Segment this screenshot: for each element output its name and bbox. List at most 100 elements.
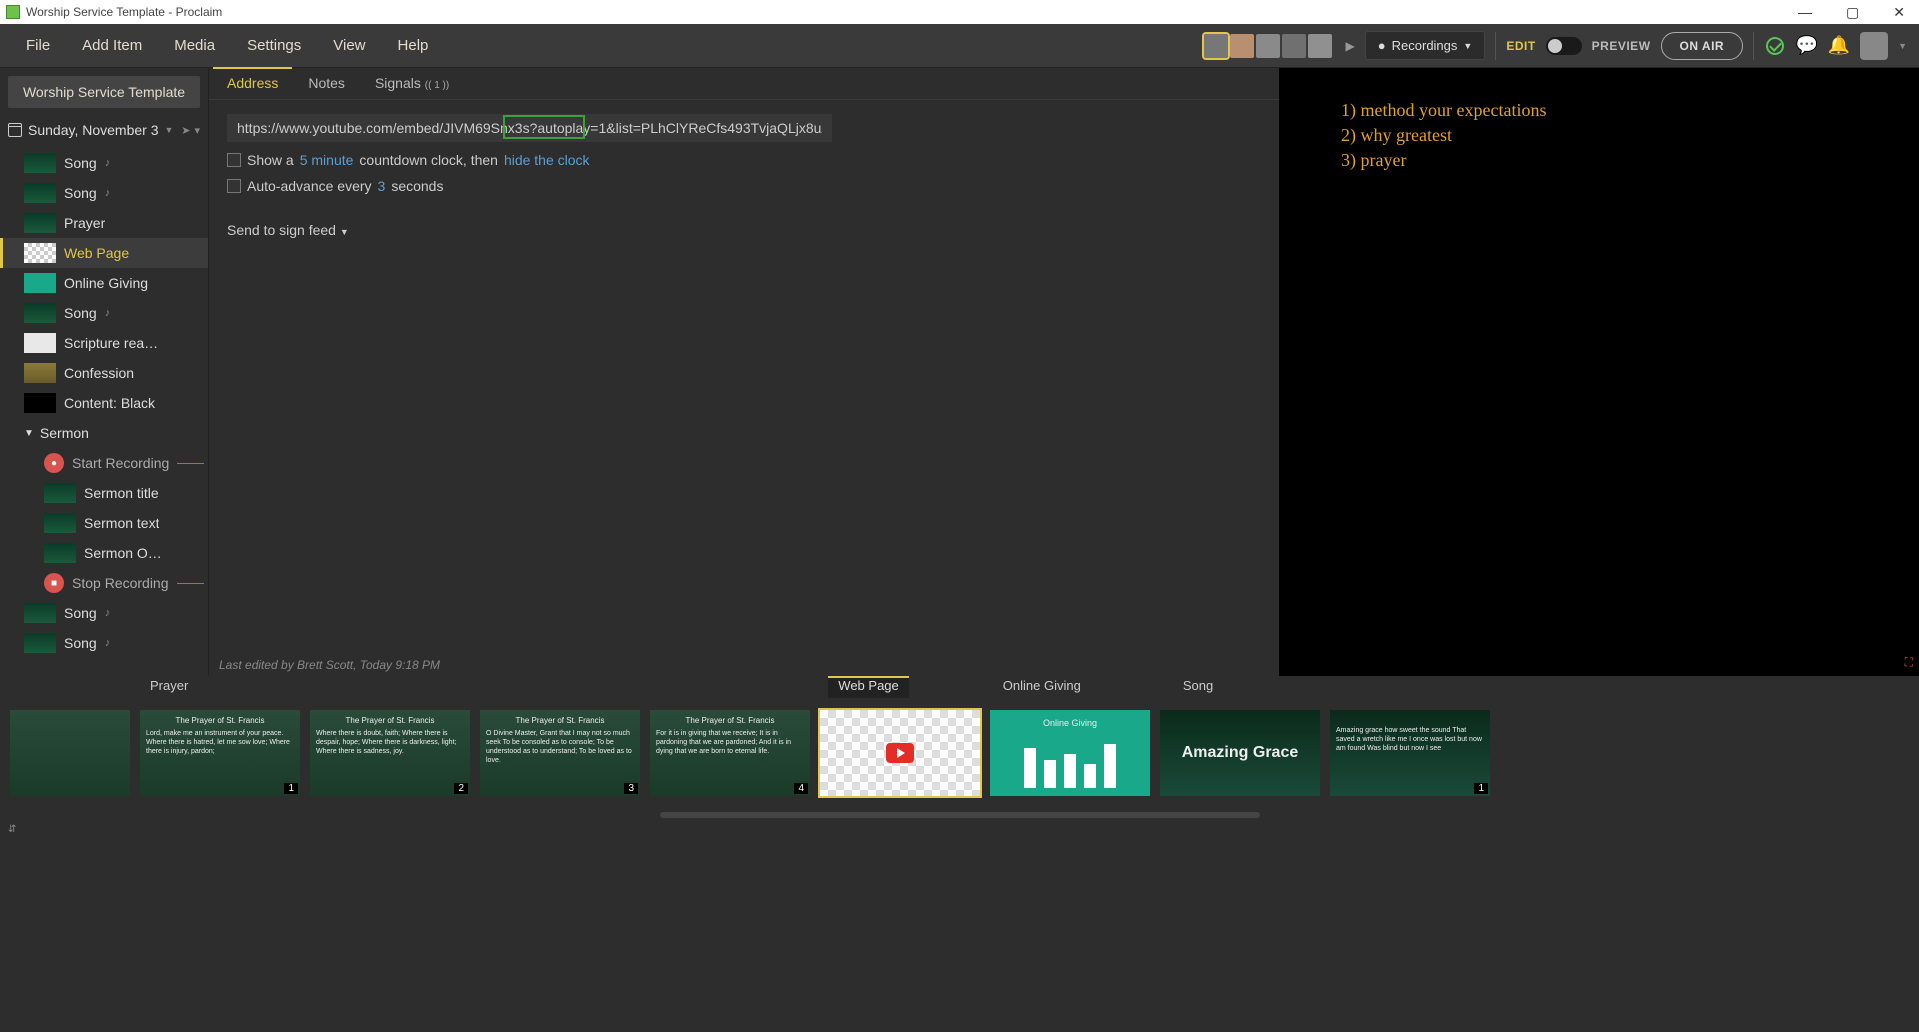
music-icon: ♪ <box>105 187 111 199</box>
sidebar-item-online-giving[interactable]: Online Giving <box>0 268 208 298</box>
autoadvance-option[interactable]: Auto-advance every 3 seconds <box>227 178 1261 194</box>
presence-avatars[interactable] <box>1204 34 1332 58</box>
share-icon[interactable]: ➤ <box>181 124 190 137</box>
slide-number: 2 <box>454 783 468 794</box>
music-icon: ♪ <box>105 607 111 619</box>
slide-thumbnail[interactable] <box>10 710 130 796</box>
menu-view[interactable]: View <box>319 31 379 60</box>
tab-notes[interactable]: Notes <box>294 69 359 99</box>
slide-thumbnail-song-lyrics[interactable]: Amazing grace how sweet the sound That s… <box>1330 710 1490 796</box>
strip-label-prayer[interactable]: Prayer <box>140 676 198 698</box>
tab-address[interactable]: Address <box>213 67 292 99</box>
sidebar-item-sermon-text[interactable]: Sermon text <box>0 508 208 538</box>
mode-preview-label[interactable]: PREVIEW <box>1592 39 1651 53</box>
slide-thumbnail[interactable]: The Prayer of St. Francis Lord, make me … <box>140 710 300 796</box>
chevron-down-icon: ▼ <box>1463 41 1472 51</box>
filmstrip[interactable]: The Prayer of St. Francis Lord, make me … <box>0 698 1919 808</box>
menu-help[interactable]: Help <box>384 31 443 60</box>
titlebar: Worship Service Template - Proclaim — ▢ … <box>0 0 1919 24</box>
expand-icon[interactable]: ⛶ <box>1905 655 1913 670</box>
chevron-down-icon: ▼ <box>340 227 349 237</box>
checkbox[interactable] <box>227 153 241 167</box>
filmstrip-scrollbar[interactable] <box>0 808 1919 822</box>
stop-recording-marker[interactable]: ■ Stop Recording <box>0 568 208 598</box>
strip-label-giving[interactable]: Online Giving <box>993 676 1091 698</box>
status-bar: ⇵ <box>0 822 1919 842</box>
autoadvance-value-link[interactable]: 3 <box>378 178 386 194</box>
countdown-duration-link[interactable]: 5 minute <box>300 152 354 168</box>
sidebar-item-sermon-title[interactable]: Sermon title <box>0 478 208 508</box>
strip-label-song[interactable]: Song <box>1173 676 1223 698</box>
last-edited-label: Last edited by Brett Scott, Today 9:18 P… <box>209 654 1279 676</box>
play-icon[interactable]: ▶ <box>1346 39 1355 53</box>
mode-toggle[interactable] <box>1546 37 1582 55</box>
window-title: Worship Service Template - Proclaim <box>26 5 222 19</box>
sidebar-item-song[interactable]: Song♪ <box>0 148 208 178</box>
sidebar-item-confession[interactable]: Confession <box>0 358 208 388</box>
sidebar-item-song[interactable]: Song♪ <box>0 298 208 328</box>
slide-thumbnail[interactable]: The Prayer of St. Francis For it is in g… <box>650 710 810 796</box>
minimize-button[interactable]: — <box>1790 4 1820 21</box>
sidebar-item-content-black[interactable]: Content: Black <box>0 388 208 418</box>
countdown-action-link[interactable]: hide the clock <box>504 152 590 168</box>
date-selector[interactable]: Sunday, November 3 ▼ ➤ ▾ <box>0 116 208 148</box>
profile-avatar[interactable] <box>1860 32 1888 60</box>
music-icon: ♪ <box>105 307 111 319</box>
sidebar-item-scripture[interactable]: Scripture rea… <box>0 328 208 358</box>
checkbox[interactable] <box>227 179 241 193</box>
close-button[interactable]: ✕ <box>1885 4 1913 21</box>
slide-thumbnail[interactable]: The Prayer of St. Francis Where there is… <box>310 710 470 796</box>
avatar-icon[interactable] <box>1256 34 1280 58</box>
sidebar-item-web-page[interactable]: Web Page <box>0 238 208 268</box>
on-air-button[interactable]: ON AIR <box>1661 32 1744 60</box>
chat-icon[interactable]: 💬 <box>1796 35 1818 57</box>
menu-settings[interactable]: Settings <box>233 31 315 60</box>
maximize-button[interactable]: ▢ <box>1838 4 1867 21</box>
send-to-sign-feed[interactable]: Send to sign feed ▼ <box>227 222 1261 238</box>
countdown-option[interactable]: Show a 5 minute countdown clock, then hi… <box>227 152 1261 168</box>
sidebar-item-song[interactable]: Song♪ <box>0 598 208 628</box>
strip-label-web-page[interactable]: Web Page <box>828 676 908 698</box>
section-sermon[interactable]: ▼ Sermon <box>0 418 208 448</box>
section-label: Sermon <box>40 425 89 441</box>
bar-chart-icon <box>1024 732 1116 788</box>
avatar-icon[interactable] <box>1204 34 1228 58</box>
slide-thumbnail-webpage[interactable] <box>820 710 980 796</box>
sidebar-item-sermon-outline[interactable]: Sermon O… <box>0 538 208 568</box>
chevron-down-icon[interactable]: ▾ <box>194 124 200 137</box>
handwritten-notes: 1) method your expectations 2) why great… <box>1341 98 1546 174</box>
mic-icon: ● <box>1378 38 1386 53</box>
menu-media[interactable]: Media <box>160 31 229 60</box>
avatar-icon[interactable] <box>1230 34 1254 58</box>
mode-edit-label[interactable]: EDIT <box>1506 39 1535 53</box>
editor-tabs: Address Notes Signals (( 1 )) <box>209 68 1279 100</box>
sidebar-item-song[interactable]: Song♪ <box>0 628 208 658</box>
slide-thumbnail-giving[interactable]: Online Giving <box>990 710 1150 796</box>
slide-thumbnail-song[interactable]: Amazing Grace <box>1160 710 1320 796</box>
notifications-icon[interactable]: 🔔 <box>1828 35 1850 57</box>
tab-signals[interactable]: Signals (( 1 )) <box>361 69 463 99</box>
sidebar-item-song[interactable]: Song♪ <box>0 178 208 208</box>
slide-thumbnail[interactable]: The Prayer of St. Francis O Divine Maste… <box>480 710 640 796</box>
url-input[interactable] <box>227 114 832 142</box>
music-icon: ♪ <box>105 157 111 169</box>
service-items-list: Song♪ Song♪ Prayer Web Page Online Givin… <box>0 148 208 676</box>
music-icon: ♪ <box>105 637 111 649</box>
chevron-down-icon: ▼ <box>24 428 34 439</box>
menu-file[interactable]: File <box>12 31 64 60</box>
date-label: Sunday, November 3 <box>28 122 158 138</box>
sync-status-icon[interactable] <box>1764 35 1786 57</box>
menu-add-item[interactable]: Add Item <box>68 31 156 60</box>
chevron-down-icon[interactable]: ▼ <box>1898 41 1907 51</box>
recordings-button[interactable]: ● Recordings ▼ <box>1365 31 1486 60</box>
preset-selector[interactable]: Worship Service Template <box>8 76 200 108</box>
avatar-icon[interactable] <box>1282 34 1306 58</box>
app-icon <box>6 5 20 19</box>
preview-canvas[interactable]: 1) method your expectations 2) why great… <box>1279 68 1919 676</box>
start-recording-marker[interactable]: ● Start Recording <box>0 448 208 478</box>
sidebar-item-prayer[interactable]: Prayer <box>0 208 208 238</box>
tab-signals-label: Signals <box>375 75 421 91</box>
slide-number: 1 <box>284 783 298 794</box>
avatar-icon[interactable] <box>1308 34 1332 58</box>
menubar: File Add Item Media Settings View Help ▶… <box>0 24 1919 68</box>
